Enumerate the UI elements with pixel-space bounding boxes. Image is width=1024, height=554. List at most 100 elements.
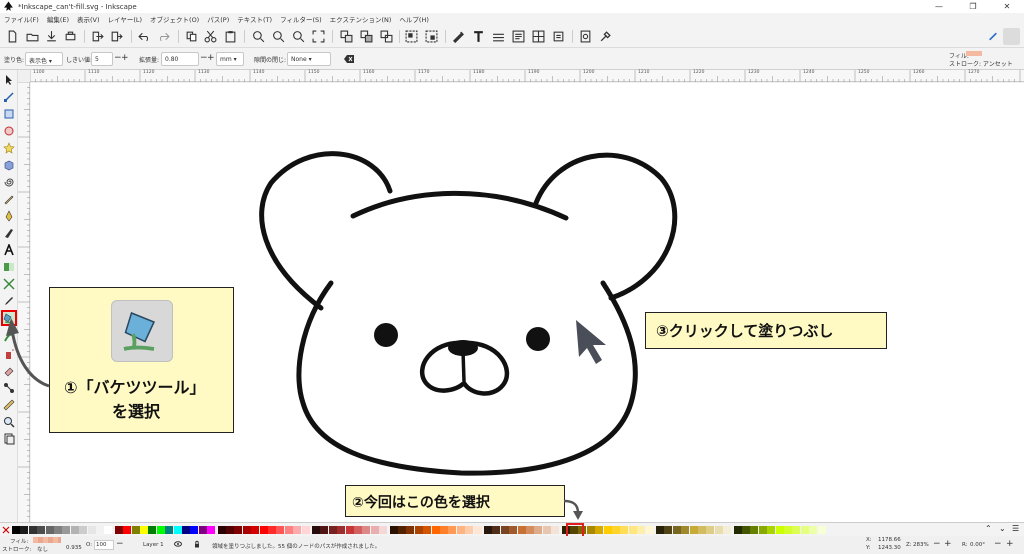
zoom-selection-icon[interactable]: [252, 30, 265, 43]
palette-swatch[interactable]: [612, 526, 620, 534]
menu-extensions[interactable]: エクステンション(N): [330, 14, 392, 24]
palette-swatch[interactable]: [440, 526, 448, 534]
menu-text[interactable]: テキスト(T): [237, 14, 272, 24]
palette-swatch[interactable]: [79, 526, 88, 534]
palette-swatch[interactable]: [20, 526, 29, 534]
palette-swatch[interactable]: [431, 526, 440, 534]
palette-swatch[interactable]: [689, 526, 698, 534]
zoom-page-icon[interactable]: [292, 30, 305, 43]
zoom-out-button[interactable]: −: [933, 539, 941, 549]
lock-icon[interactable]: [194, 540, 200, 548]
palette-swatch[interactable]: [473, 526, 482, 534]
palette-swatch[interactable]: [320, 526, 329, 534]
palette-swatch[interactable]: [259, 526, 268, 534]
rotation-decrement-button[interactable]: −: [994, 539, 1002, 549]
ungroup-icon[interactable]: [425, 30, 438, 43]
status-layer-name[interactable]: Layer 1: [143, 542, 164, 548]
node-tool-icon[interactable]: [3, 91, 15, 103]
zoom-fit-icon[interactable]: [312, 30, 325, 43]
palette-swatch[interactable]: [448, 526, 457, 534]
palette-swatch[interactable]: [268, 526, 276, 534]
palette-swatch[interactable]: [672, 526, 681, 534]
palette-swatch[interactable]: [165, 526, 174, 534]
status-opacity-input[interactable]: 100: [94, 540, 114, 550]
palette-swatch[interactable]: [337, 526, 346, 534]
palette-swatch[interactable]: [784, 526, 792, 534]
palette-swatch[interactable]: [586, 526, 595, 534]
zoom-tool-icon[interactable]: [3, 416, 15, 428]
menu-filters[interactable]: フィルター(S): [280, 14, 322, 24]
palette-swatch[interactable]: [542, 526, 551, 534]
fill-stroke-icon[interactable]: [452, 30, 465, 43]
palette-swatch[interactable]: [123, 526, 132, 534]
palette-menu-icon[interactable]: ☰: [1012, 524, 1019, 533]
visibility-eye-icon[interactable]: [174, 541, 182, 547]
fill-indicator-swatch[interactable]: [966, 51, 982, 56]
unit-dropdown[interactable]: mm ▾: [216, 52, 244, 66]
gradient-tool-icon[interactable]: [3, 261, 15, 273]
palette-swatch[interactable]: [406, 526, 415, 534]
palette-swatch[interactable]: [603, 526, 612, 534]
palette-swatch[interactable]: [517, 526, 526, 534]
layers-icon[interactable]: [492, 30, 505, 43]
threshold-input[interactable]: 5: [91, 52, 113, 66]
palette-swatch[interactable]: [104, 526, 113, 534]
close-window-button[interactable]: ✕: [990, 0, 1024, 13]
palette-swatch[interactable]: [456, 526, 465, 534]
palette-swatch[interactable]: [173, 526, 182, 534]
palette-swatch[interactable]: [551, 526, 560, 534]
zoom-drawing-icon[interactable]: [272, 30, 285, 43]
palette-swatch[interactable]: [706, 526, 715, 534]
palette-swatch[interactable]: [664, 526, 673, 534]
palette-swatch[interactable]: [234, 526, 243, 534]
redo-icon[interactable]: [157, 30, 170, 43]
menu-file[interactable]: ファイル(F): [4, 14, 39, 24]
palette-swatch[interactable]: [12, 526, 20, 534]
palette-swatch[interactable]: [723, 526, 732, 534]
palette-swatch[interactable]: [628, 526, 637, 534]
close-gaps-dropdown[interactable]: None ▾: [287, 52, 331, 66]
palette-swatch[interactable]: [70, 526, 79, 534]
palette-swatch[interactable]: [217, 526, 226, 534]
palette-swatch[interactable]: [800, 526, 809, 534]
palette-swatch[interactable]: [656, 526, 664, 534]
palette-swatch[interactable]: [465, 526, 474, 534]
palette-swatch[interactable]: [758, 526, 767, 534]
text-tool-icon[interactable]: [3, 244, 15, 256]
rotation-value[interactable]: 0.00°: [970, 542, 985, 548]
duplicate-icon[interactable]: [340, 30, 353, 43]
palette-swatch[interactable]: [345, 526, 354, 534]
palette-swatch[interactable]: [526, 526, 534, 534]
text-font-icon[interactable]: [472, 30, 485, 43]
ellipse-tool-icon[interactable]: [3, 125, 15, 137]
print-icon[interactable]: [64, 30, 77, 43]
palette-swatch[interactable]: [742, 526, 750, 534]
palette-swatch[interactable]: [242, 526, 251, 534]
palette-swatch[interactable]: [37, 526, 46, 534]
menu-layer[interactable]: レイヤー(L): [108, 14, 143, 24]
palette-swatch[interactable]: [251, 526, 260, 534]
zoom-value[interactable]: 283%: [913, 542, 929, 548]
palette-swatch[interactable]: [140, 526, 148, 534]
commands-overflow-button[interactable]: [1003, 28, 1020, 45]
palette-swatch[interactable]: [681, 526, 690, 534]
reset-icon[interactable]: [344, 54, 355, 64]
pencil-tool-icon[interactable]: [3, 193, 15, 205]
rotation-increment-button[interactable]: +: [1006, 539, 1014, 549]
palette-swatch[interactable]: [131, 526, 140, 534]
new-document-icon[interactable]: [6, 30, 19, 43]
unlink-clone-icon[interactable]: [380, 30, 393, 43]
palette-swatch[interactable]: [398, 526, 406, 534]
palette-swatch[interactable]: [226, 526, 234, 534]
palette-swatch[interactable]: [775, 526, 784, 534]
clone-icon[interactable]: [360, 30, 373, 43]
palette-swatch[interactable]: [389, 526, 398, 534]
palette-swatch[interactable]: [423, 526, 432, 534]
objects-icon[interactable]: [552, 30, 565, 43]
palette-swatch[interactable]: [379, 526, 388, 534]
palette-swatch[interactable]: [148, 526, 157, 534]
preferences-icon[interactable]: [599, 30, 612, 43]
pen-tool-icon[interactable]: [3, 210, 15, 222]
paste-icon[interactable]: [224, 30, 237, 43]
menu-help[interactable]: ヘルプ(H): [399, 14, 428, 24]
